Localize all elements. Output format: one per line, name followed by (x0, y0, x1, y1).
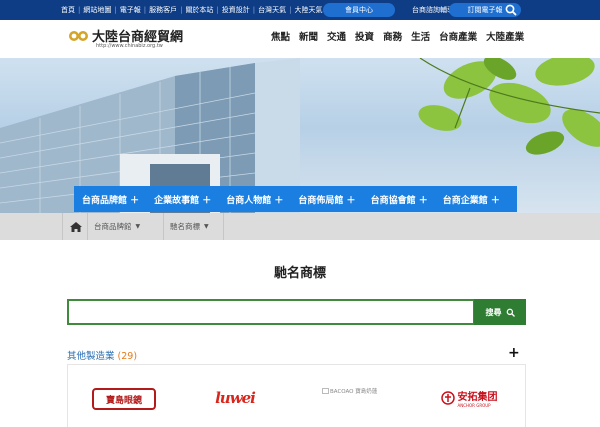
cat-assoc-hall[interactable]: 台商協會館 ＋ (371, 193, 428, 206)
breadcrumb-item-brand-hall[interactable]: 台商品牌館 ▼ (94, 213, 140, 240)
cat-people-hall[interactable]: 台商人物館 ＋ (226, 193, 283, 206)
expand-plus-icon[interactable]: + (508, 345, 520, 361)
nav-business[interactable]: 商務 (383, 29, 402, 43)
nav-focus[interactable]: 焦點 (271, 29, 290, 43)
main-nav: 焦點 新聞 交通 投資 商務 生活 台商產業 大陸產業 (271, 29, 533, 43)
top-link-sitemap[interactable]: 網站地圖 (83, 5, 111, 15)
broken-image-icon (322, 388, 329, 394)
category-heading[interactable]: 其他製造業 (29) (67, 348, 137, 362)
anchor-logo-icon (440, 391, 455, 405)
category-name: 其他製造業 (67, 351, 115, 362)
nav-invest[interactable]: 投資 (355, 29, 374, 43)
brand-logo[interactable]: luwei (204, 385, 266, 411)
brand-text: 安拓集团 ANCHOR GROUP (458, 388, 498, 408)
top-link-invest[interactable]: 投資設計 (222, 5, 250, 15)
top-link-tw-weather[interactable]: 台灣天氣 (258, 5, 286, 15)
search-icon (506, 308, 515, 317)
nav-traffic[interactable]: 交通 (327, 29, 346, 43)
top-link-about[interactable]: 關於本站 (185, 5, 213, 15)
top-link-newsletter[interactable]: 電子報 (120, 5, 141, 15)
member-center-button[interactable]: 會員中心 (323, 3, 395, 17)
brand-logo[interactable]: 寶島眼鏡 (92, 388, 156, 410)
search-button[interactable]: 搜尋 (474, 299, 526, 325)
breadcrumb (0, 213, 600, 240)
search-icon[interactable] (504, 3, 518, 17)
brand-logo[interactable]: BACOAO 寶島奶蓮 (322, 386, 394, 396)
caret-down-icon: ▼ (135, 223, 141, 230)
cat-brand-hall[interactable]: 台商品牌館 ＋ (82, 193, 139, 206)
top-link-cn-weather[interactable]: 大陸天氣 (295, 5, 323, 15)
nav-cn-industry[interactable]: 大陸產業 (486, 29, 524, 43)
search-button-label: 搜尋 (485, 307, 502, 317)
breadcrumb-label: 台商品牌館 (94, 222, 132, 231)
caret-down-icon: ▼ (204, 223, 209, 230)
brand-subname: ANCHOR GROUP (457, 403, 491, 408)
breadcrumb-label: 馳名商標 (170, 222, 200, 231)
brand-name: 安拓集团 (457, 392, 498, 403)
page-title: 馳名商標 (273, 266, 326, 281)
category-nav: 台商品牌館 ＋ 企業故事館 ＋ 台商人物館 ＋ 台商佈局館 ＋ 台商協會館 ＋ … (74, 186, 517, 212)
breadcrumb-home[interactable] (62, 213, 88, 240)
top-utility-bar: 首頁 | 網站地圖 | 電子報 | 服務客戶 | 關於本站 | 投資設計 | 台灣天氣 | 大… (0, 0, 600, 20)
top-link-service[interactable]: 服務客戶 (149, 5, 177, 15)
top-links: 首頁 | 網站地圖 | 電子報 | 服務客戶 | 關於本站 | 投資設計 | 台灣天氣 | 大… (61, 5, 323, 15)
search-input[interactable] (67, 299, 475, 325)
brand-alt-text: BACOAO 寶島奶蓮 (330, 389, 378, 395)
cat-story-hall[interactable]: 企業故事館 ＋ (154, 193, 211, 206)
cat-layout-hall[interactable]: 台商佈局館 ＋ (298, 193, 355, 206)
home-icon (70, 222, 82, 232)
breadcrumb-item-famous-brand[interactable]: 馳名商標 ▼ (170, 213, 209, 240)
top-link-home[interactable]: 首頁 (61, 5, 75, 15)
breadcrumb-divider (163, 213, 164, 240)
site-url: http://www.chinabiz.org.tw (96, 43, 163, 49)
logo-icon[interactable] (68, 30, 90, 42)
breadcrumb-divider (223, 213, 224, 240)
category-count: (29) (117, 351, 138, 362)
cat-company-hall[interactable]: 台商企業館 ＋ (443, 193, 500, 206)
brand-logo[interactable]: 安拓集团 ANCHOR GROUP (436, 385, 502, 411)
nav-news[interactable]: 新聞 (299, 29, 318, 43)
nav-tw-industry[interactable]: 台商產業 (439, 29, 477, 43)
nav-life[interactable]: 生活 (411, 29, 430, 43)
